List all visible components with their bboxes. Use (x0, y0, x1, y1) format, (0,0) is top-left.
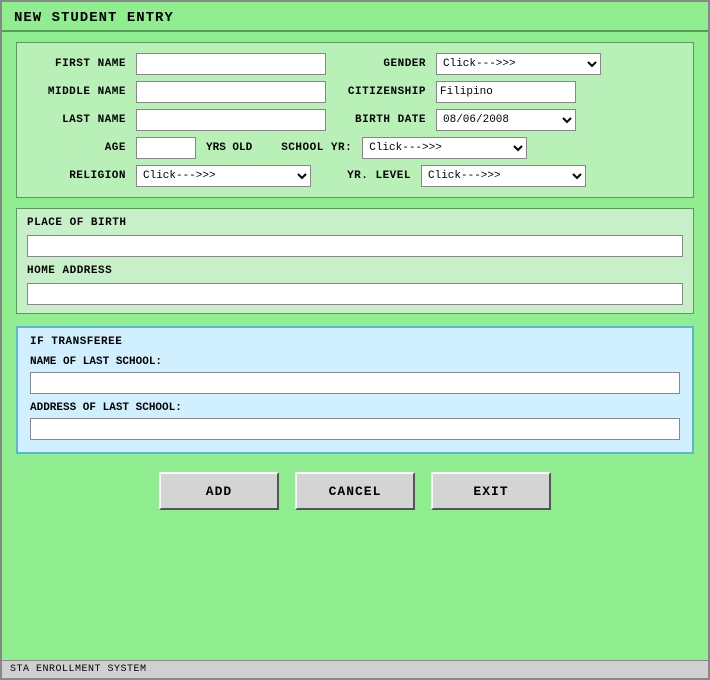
window-title: NEW STUDENT ENTRY (14, 10, 174, 26)
transferee-title: IF TRANSFEREE (30, 336, 680, 348)
religion-row: RELIGION Click--->>> YR. LEVEL Click--->… (31, 165, 679, 187)
add-button[interactable]: ADD (159, 472, 279, 510)
citizenship-label: CITIZENSHIP (336, 86, 426, 98)
yr-level-select[interactable]: Click--->>> (421, 165, 586, 187)
home-address-input[interactable] (27, 283, 683, 305)
main-content: FIRST NAME GENDER Click--->>> MIDDLE NAM… (2, 32, 708, 660)
religion-label: RELIGION (31, 170, 126, 182)
religion-select[interactable]: Click--->>> (136, 165, 311, 187)
home-address-title: HOME ADDRESS (27, 265, 683, 277)
transferee-section: IF TRANSFEREE NAME OF LAST SCHOOL: ADDRE… (16, 326, 694, 454)
name-of-last-school-label: NAME OF LAST SCHOOL: (30, 356, 680, 368)
title-bar: NEW STUDENT ENTRY (2, 2, 708, 32)
first-name-label: FIRST NAME (31, 58, 126, 70)
first-name-input[interactable] (136, 53, 326, 75)
gender-select[interactable]: Click--->>> (436, 53, 601, 75)
exit-button[interactable]: EXIT (431, 472, 551, 510)
yr-level-label: YR. LEVEL (321, 170, 411, 182)
first-name-row: FIRST NAME GENDER Click--->>> (31, 53, 679, 75)
last-school-address-input[interactable] (30, 418, 680, 440)
middle-name-label: MIDDLE NAME (31, 86, 126, 98)
place-of-birth-input[interactable] (27, 235, 683, 257)
place-address-section: PLACE OF BIRTH HOME ADDRESS (16, 208, 694, 314)
birthdate-label: BIRTH DATE (336, 114, 426, 126)
cancel-button[interactable]: CANCEL (295, 472, 415, 510)
age-label: AGE (31, 142, 126, 154)
citizenship-input[interactable] (436, 81, 576, 103)
status-text: STA ENROLLMENT SYSTEM (10, 664, 147, 675)
main-window: NEW STUDENT ENTRY FIRST NAME GENDER Clic… (0, 0, 710, 680)
last-school-name-input[interactable] (30, 372, 680, 394)
school-yr-label: SCHOOL YR: (262, 142, 352, 154)
age-input[interactable] (136, 137, 196, 159)
last-name-row: LAST NAME BIRTH DATE 08/06/2008 (31, 109, 679, 131)
middle-name-row: MIDDLE NAME CITIZENSHIP (31, 81, 679, 103)
place-of-birth-title: PLACE OF BIRTH (27, 217, 683, 229)
birthdate-select[interactable]: 08/06/2008 (436, 109, 576, 131)
yrs-old-label: YRS OLD (206, 142, 252, 154)
gender-label: GENDER (336, 58, 426, 70)
last-name-input[interactable] (136, 109, 326, 131)
button-row: ADD CANCEL EXIT (16, 462, 694, 516)
middle-name-input[interactable] (136, 81, 326, 103)
school-yr-select[interactable]: Click--->>> (362, 137, 527, 159)
last-name-label: LAST NAME (31, 114, 126, 126)
address-of-last-school-label: ADDRESS OF LAST SCHOOL: (30, 402, 680, 414)
personal-info-section: FIRST NAME GENDER Click--->>> MIDDLE NAM… (16, 42, 694, 198)
status-bar: STA ENROLLMENT SYSTEM (2, 660, 708, 678)
age-row: AGE YRS OLD SCHOOL YR: Click--->>> (31, 137, 679, 159)
